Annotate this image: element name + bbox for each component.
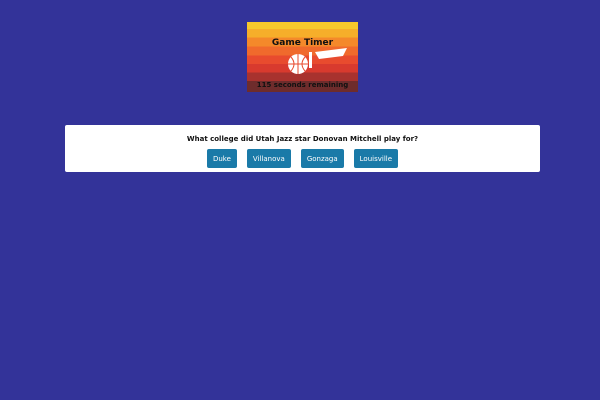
- game-timer-banner: Game Timer 115 seconds remaining: [247, 22, 358, 92]
- quiz-card: What college did Utah Jazz star Donovan …: [65, 125, 540, 172]
- question-text: What college did Utah Jazz star Donovan …: [186, 135, 419, 143]
- answer-button-gonzaga[interactable]: Gonzaga: [300, 149, 344, 168]
- answer-button-louisville[interactable]: Louisville: [353, 149, 399, 168]
- timer-remaining-text: 115 seconds remaining: [256, 81, 349, 89]
- basketball-note-logo-icon: [288, 48, 347, 74]
- answer-button-duke[interactable]: Duke: [206, 149, 237, 168]
- answer-button-villanova[interactable]: Villanova: [246, 149, 291, 168]
- answer-options: Duke Villanova Gonzaga Louisville: [65, 149, 540, 168]
- page: Game Timer 115 seconds remaining What co…: [0, 0, 600, 400]
